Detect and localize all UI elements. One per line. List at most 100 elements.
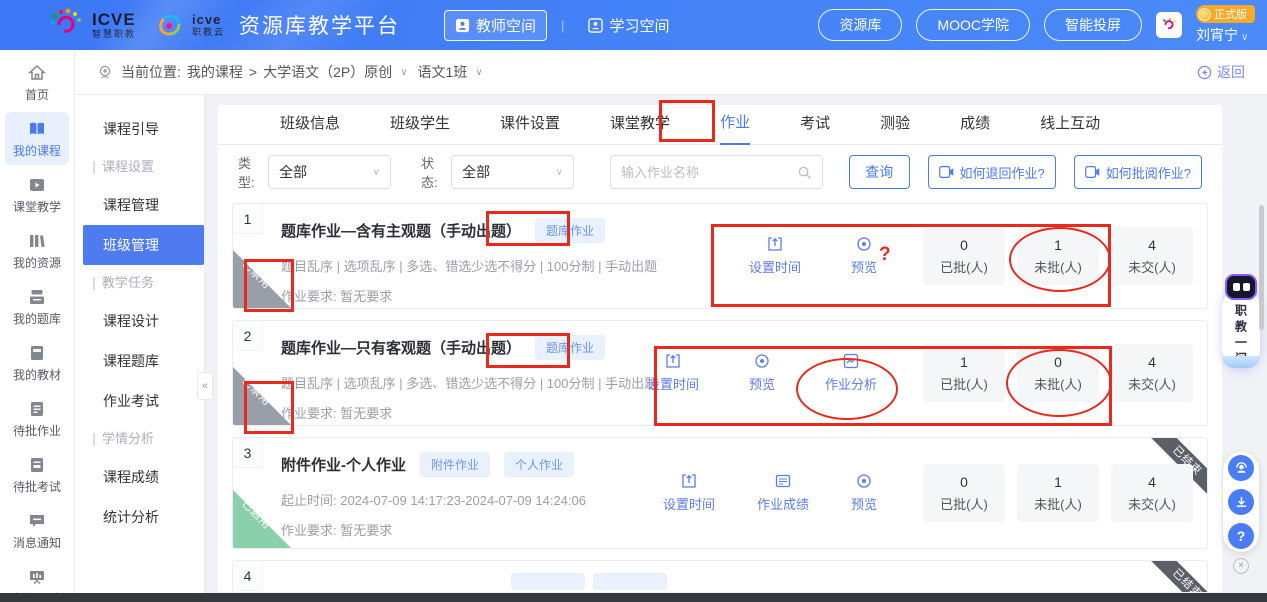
class-tabs: 班级信息 班级学生 课件设置 课堂教学 作业 考试 测验 成绩 线上互动 [218, 105, 1222, 145]
tab-grades[interactable]: 成绩 [960, 112, 990, 144]
robot-icon [1225, 274, 1257, 300]
sidebar-item-my-courses[interactable]: 我的课程 [5, 112, 69, 165]
pending-exam-icon [27, 455, 47, 475]
teacher-space-button[interactable]: 教师空间 [444, 10, 547, 41]
homework-grades-action[interactable]: 作业成绩 [757, 473, 809, 513]
set-time-action[interactable]: 设置时间 [663, 473, 715, 513]
eye-icon [856, 236, 872, 252]
homework-search-box [610, 155, 823, 189]
classroom-teaching-icon [27, 175, 47, 195]
message-icon [27, 511, 47, 531]
customer-service-icon[interactable] [1228, 455, 1254, 481]
tab-exam[interactable]: 考试 [800, 112, 830, 144]
tab-quiz[interactable]: 测验 [880, 112, 910, 144]
set-time-icon [665, 353, 681, 369]
preview-action[interactable]: 预览 [851, 473, 877, 513]
window-bottom-bar [0, 593, 1267, 602]
sidebar-item-textbook[interactable]: 我的教材 [5, 336, 69, 389]
smart-cast-button[interactable]: 智能投屏 [1044, 9, 1142, 41]
floating-toolbar: ? [1223, 452, 1259, 552]
stat-unsubmitted[interactable]: 4未交(人) [1111, 464, 1193, 522]
how-to-review-homework-button[interactable]: 如何批阅作业? [1074, 155, 1202, 189]
sidebar-item-pending-exam[interactable]: 待批考试 [5, 448, 69, 501]
homework-requirement: 作业要求: 暂无要求 [281, 403, 1207, 422]
video-tutorial-icon [939, 166, 954, 178]
submenu-item-homework-exam[interactable]: 作业考试 [75, 381, 204, 421]
sidebar-item-home[interactable]: 首页 [5, 56, 69, 109]
status-ribbon-ended: 已结束 [1143, 561, 1207, 592]
resource-library-button[interactable]: 资源库 [818, 9, 902, 41]
submenu-collapse-handle[interactable]: « [197, 372, 213, 400]
tab-homework[interactable]: 作业 [720, 111, 750, 145]
stat-unsubmitted[interactable]: 4未交(人) [1111, 227, 1193, 285]
back-button[interactable]: 返回 [1197, 62, 1245, 82]
course-dropdown-caret[interactable]: ∨ [400, 67, 407, 78]
breadcrumb-course[interactable]: 大学语文（2P）原创 [263, 62, 392, 82]
status-filter-select[interactable]: 全部 ∨ [451, 155, 574, 189]
sidebar-item-question-bank[interactable]: 我的题库 [5, 280, 69, 333]
submenu-item-course-question-bank[interactable]: 课程题库 [75, 341, 204, 381]
breadcrumb-root[interactable]: 我的课程 [187, 62, 243, 82]
stat-reviewed[interactable]: 0已批(人) [923, 227, 1005, 285]
close-icon[interactable]: × [1233, 558, 1249, 574]
stat-unreviewed[interactable]: 0未批(人) [1017, 344, 1099, 402]
help-question-icon[interactable]: ? [1228, 523, 1254, 549]
user-menu[interactable]: 刘宵宁∨ [1196, 25, 1248, 45]
stat-unreviewed[interactable]: 1未批(人) [1017, 464, 1099, 522]
submenu-item-course-grades[interactable]: 课程成绩 [75, 457, 204, 497]
teacher-space-icon [455, 18, 470, 33]
sidebar-item-messages[interactable]: 消息通知 [5, 504, 69, 557]
breadcrumb-class[interactable]: 语文1班 [418, 62, 468, 82]
sidebar-item-my-resources[interactable]: 我的资源 [5, 224, 69, 277]
tab-class-students[interactable]: 班级学生 [390, 112, 450, 144]
set-time-icon [767, 236, 783, 252]
page-scrollbar-thumb[interactable] [1259, 205, 1264, 330]
set-time-action[interactable]: 设置时间 [749, 236, 801, 276]
download-icon[interactable] [1228, 489, 1254, 515]
stat-unreviewed[interactable]: 1未批(人) [1017, 227, 1099, 285]
tab-classroom-teaching[interactable]: 课堂教学 [610, 112, 670, 144]
stat-unsubmitted[interactable]: 4未交(人) [1111, 344, 1193, 402]
set-time-action[interactable]: 设置时间 [647, 353, 699, 393]
homework-card-1: 1 题库作业—含有主观题（手动出题） 题库作业 题目乱序 | 选项乱序 | 多选… [232, 203, 1208, 309]
analysis-chart-icon [843, 353, 859, 369]
search-icon[interactable] [797, 165, 812, 180]
tab-courseware-settings[interactable]: 课件设置 [500, 112, 560, 144]
sidebar-item-pending-homework[interactable]: 待批作业 [5, 392, 69, 445]
homework-requirement: 作业要求: 暂无要求 [281, 520, 1207, 539]
type-filter-select[interactable]: 全部 ∨ [268, 155, 391, 189]
submenu-section-teaching-tasks: 教学任务 [75, 265, 204, 301]
homework-analysis-action[interactable]: 作业分析 [825, 353, 877, 393]
icve-logo: ICVE 智慧职教 [46, 7, 136, 43]
homework-title: 题库作业—含有主观题（手动出题） [281, 220, 521, 241]
homework-index: 4 [233, 561, 263, 591]
sidebar-item-classroom-teaching[interactable]: 课堂教学 [5, 168, 69, 221]
homework-requirement: 作业要求: 暂无要求 [281, 286, 1207, 305]
submenu-item-statistical-analysis[interactable]: 统计分析 [75, 497, 204, 537]
submenu-item-course-design[interactable]: 课程设计 [75, 301, 204, 341]
stat-reviewed[interactable]: 1已批(人) [923, 344, 1005, 402]
query-button[interactable]: 查询 [849, 155, 910, 189]
set-time-icon [681, 473, 697, 489]
homework-type-badge: 题库作业 [535, 218, 605, 243]
icon-sidebar: 首页 我的课程 课堂教学 我的资源 我的题库 我的教材 待批作业 待批考试 [0, 50, 75, 602]
app-root: ICVE 智慧职教 icve 职教云 资源库教学平台 [0, 0, 1267, 602]
preview-action[interactable]: 预览 [749, 353, 775, 393]
shell-icon [152, 8, 186, 42]
class-dropdown-caret[interactable]: ∨ [475, 67, 482, 78]
mooc-college-button[interactable]: MOOC学院 [916, 9, 1030, 41]
homework-search-input[interactable] [621, 165, 797, 180]
submenu-item-course-guide[interactable]: 课程引导 [75, 109, 204, 149]
submenu-item-course-management[interactable]: 课程管理 [75, 185, 204, 225]
submenu-item-class-management[interactable]: 班级管理 [83, 225, 204, 265]
learner-space-button[interactable]: 学习空间 [578, 11, 679, 40]
preview-action[interactable]: 预览 [851, 236, 877, 276]
status-filter-label: 状态: [421, 153, 441, 191]
how-to-return-homework-button[interactable]: 如何退回作业? [928, 155, 1056, 189]
stat-reviewed[interactable]: 0已批(人) [923, 464, 1005, 522]
header-right: 资源库 MOOC学院 智能投屏 正式版 刘宵宁∨ [818, 0, 1259, 50]
app-grid-icon[interactable] [1156, 12, 1182, 38]
tab-class-info[interactable]: 班级信息 [280, 112, 340, 144]
tab-online-interaction[interactable]: 线上互动 [1040, 112, 1100, 144]
zhijiao-assistant-widget[interactable]: 职教一问 [1222, 288, 1260, 368]
